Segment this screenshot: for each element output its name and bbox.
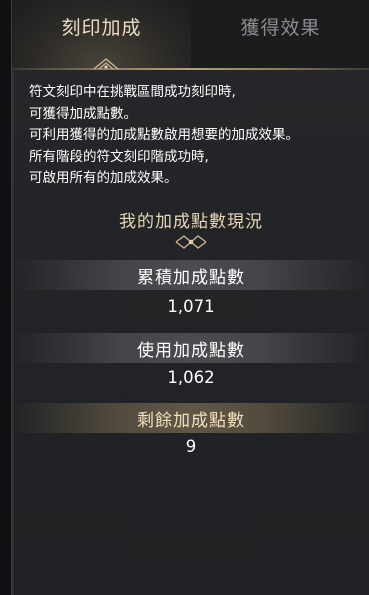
accumulated-points-value: 1,071 [167,297,215,316]
accumulated-points-label: 累積加成點數 [137,267,245,288]
bonus-panel: 刻印加成 獲得效果 符文刻印中在挑戰區間成功刻印時, 可獲得加成點數。 可利用獲… [11,0,369,595]
active-tab-ornament-icon [93,58,119,70]
tab-acquired-effects-label: 獲得效果 [240,16,321,39]
description-line: 可啟用所有的加成效果。 [29,170,178,186]
description-line: 所有階段的符文刻印階成功時, [29,148,209,165]
description-line: 可獲得加成點數。 [29,105,137,122]
remaining-points-value: 9 [185,437,197,456]
bonus-description: 符文刻印中在挑戰區間成功刻印時, 可獲得加成點數。 可利用獲得的加成點數啟用想要… [29,82,364,190]
tab-acquired-effects[interactable]: 獲得效果 [191,0,369,68]
used-points-value: 1,062 [167,368,215,387]
accumulated-points-header: 累積加成點數 [12,260,369,290]
points-status-title: 我的加成點數現況 [119,212,263,232]
used-points-header: 使用加成點數 [12,333,369,363]
remaining-points-header: 剩餘加成點數 [12,403,369,433]
remaining-points-label: 剩餘加成點數 [137,410,245,431]
used-points-label: 使用加成點數 [137,340,245,361]
description-line: 符文刻印中在挑戰區間成功刻印時, [29,84,236,100]
section-divider-ornament-icon [26,235,356,249]
description-line: 可利用獲得的加成點數啟用想要的加成效果。 [29,127,299,143]
tab-engrave-bonus-label: 刻印加成 [61,16,142,39]
tab-divider [12,68,369,70]
tab-bar: 刻印加成 獲得效果 [12,0,369,70]
